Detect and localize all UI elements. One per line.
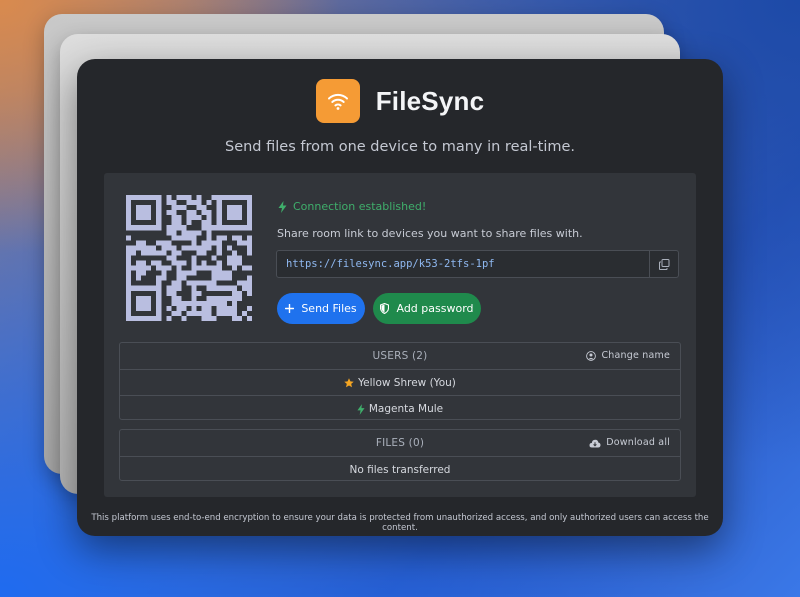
bolt-icon: [278, 200, 287, 213]
user-circle-icon: [586, 351, 597, 361]
room-link-field[interactable]: https://filesync.app/k53-2tfs-1pf: [276, 250, 679, 278]
copy-link-button[interactable]: [649, 251, 678, 277]
files-header: FILES (0) Download all: [120, 430, 680, 456]
download-all-label: Download all: [606, 437, 670, 448]
add-password-button[interactable]: Add password: [373, 293, 481, 324]
shield-icon: [380, 303, 390, 314]
files-empty-row: No files transferred: [120, 456, 680, 482]
filesync-card: FileSync Send files from one device to m…: [77, 59, 723, 536]
change-name-button[interactable]: Change name: [586, 343, 670, 369]
files-header-label: FILES (0): [375, 437, 425, 449]
change-name-label: Change name: [601, 350, 670, 361]
room-link-text[interactable]: https://filesync.app/k53-2tfs-1pf: [286, 251, 495, 277]
send-files-button[interactable]: Send Files: [277, 293, 365, 324]
user-name: Yellow Shrew (You): [358, 377, 456, 389]
add-password-label: Add password: [396, 302, 474, 315]
users-table: USERS (2) Change name Yellow Shrew (You): [119, 342, 681, 420]
room-qr-code: [126, 195, 252, 321]
connection-status: Connection established!: [278, 200, 426, 213]
files-empty-text: No files transferred: [349, 464, 451, 476]
star-icon: [344, 378, 354, 388]
connection-status-text: Connection established!: [293, 200, 427, 213]
users-header-label: USERS (2): [372, 350, 428, 362]
wifi-icon: [327, 93, 348, 110]
bolt-icon: [357, 403, 365, 415]
user-row: Magenta Mule: [120, 395, 680, 421]
files-table: FILES (0) Download all No files transfer…: [119, 429, 681, 481]
brand-header: FileSync: [77, 79, 723, 123]
app-name: FileSync: [375, 85, 485, 116]
cloud-download-icon: [589, 439, 601, 447]
user-name: Magenta Mule: [368, 403, 444, 415]
copy-icon: [658, 258, 669, 270]
encryption-notice: This platform uses end-to-end encryption…: [91, 513, 709, 533]
room-panel: Connection established! Share room link …: [104, 173, 696, 497]
download-all-button[interactable]: Download all: [589, 430, 670, 456]
send-files-label: Send Files: [301, 302, 357, 315]
tagline: Send files from one device to many in re…: [224, 139, 576, 155]
share-instructions: Share room link to devices you want to s…: [277, 227, 583, 240]
app-logo: [315, 79, 360, 123]
users-header: USERS (2) Change name: [120, 343, 680, 369]
user-row: Yellow Shrew (You): [120, 369, 680, 395]
plus-icon: [285, 304, 295, 313]
